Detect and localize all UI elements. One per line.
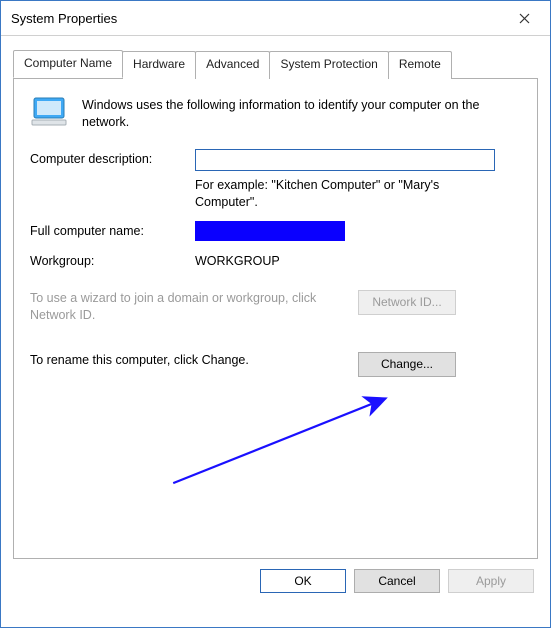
computer-icon [30, 95, 70, 131]
fullname-label: Full computer name: [30, 221, 195, 238]
networkid-text: To use a wizard to join a domain or work… [30, 290, 350, 324]
cancel-button[interactable]: Cancel [354, 569, 440, 593]
tab-remote[interactable]: Remote [388, 51, 452, 79]
dialog-buttonbar: OK Cancel Apply [1, 559, 550, 607]
tab-advanced[interactable]: Advanced [195, 51, 270, 79]
tabpage-computer-name: Windows uses the following information t… [13, 79, 538, 559]
workgroup-value: WORKGROUP [195, 251, 521, 268]
fullname-value-redacted [195, 221, 345, 241]
intro-text: Windows uses the following information t… [82, 95, 492, 131]
computer-description-input[interactable] [195, 149, 495, 171]
tab-system-protection[interactable]: System Protection [269, 51, 388, 79]
close-button[interactable] [504, 5, 544, 31]
tabstrip: Computer Name Hardware Advanced System P… [13, 50, 538, 79]
system-properties-dialog: System Properties Computer Name Hardware… [0, 0, 551, 628]
tab-computer-name[interactable]: Computer Name [13, 50, 123, 78]
description-label: Computer description: [30, 149, 195, 166]
tabs-area: Computer Name Hardware Advanced System P… [1, 36, 550, 559]
ok-button[interactable]: OK [260, 569, 346, 593]
titlebar: System Properties [1, 1, 550, 36]
workgroup-label: Workgroup: [30, 251, 195, 268]
change-text: To rename this computer, click Change. [30, 352, 350, 369]
network-id-button: Network ID... [358, 290, 456, 315]
apply-button: Apply [448, 569, 534, 593]
tab-hardware[interactable]: Hardware [122, 51, 196, 79]
window-title: System Properties [11, 11, 504, 26]
close-icon [519, 13, 530, 24]
change-button[interactable]: Change... [358, 352, 456, 377]
description-hint: For example: "Kitchen Computer" or "Mary… [195, 177, 495, 211]
